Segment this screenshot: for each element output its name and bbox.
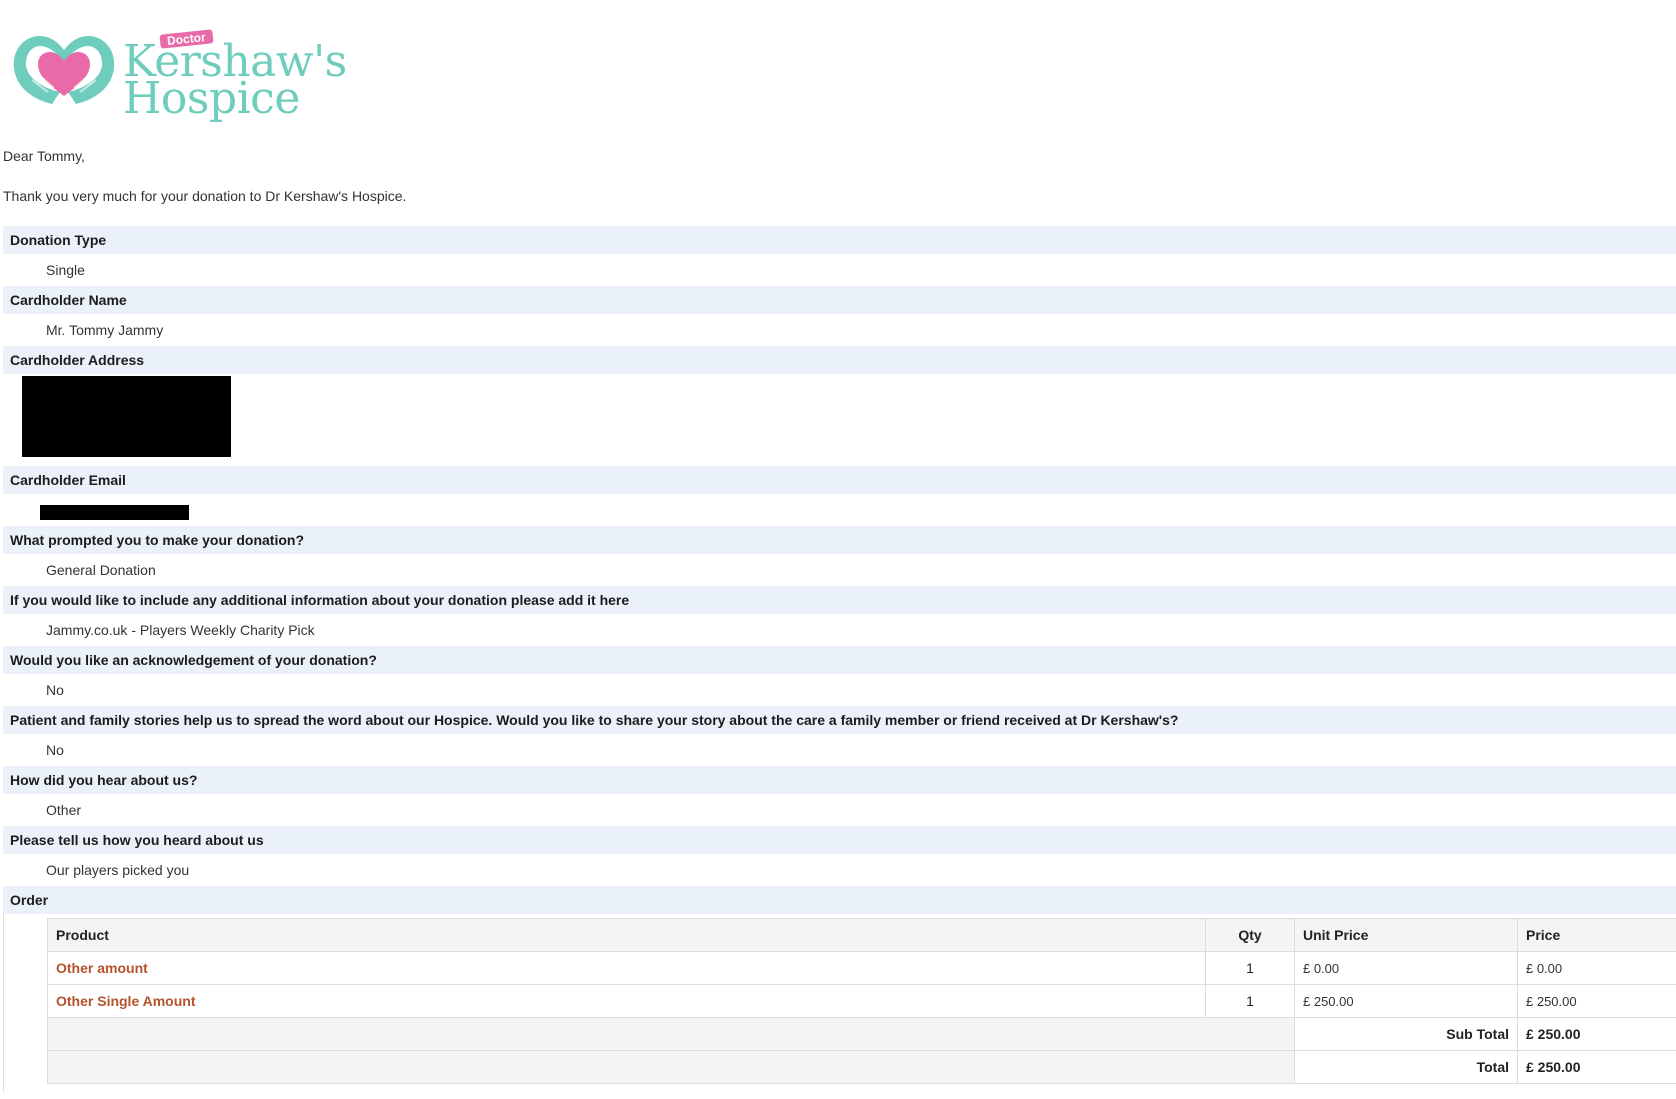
question-hear-about-us: How did you hear about us? — [3, 766, 1676, 794]
col-price: Price — [1517, 918, 1676, 952]
answer-additional-info: Jammy.co.uk - Players Weekly Charity Pic… — [3, 614, 1676, 646]
redacted-address-block — [22, 376, 231, 457]
answer-hear-about-us: Other — [3, 794, 1676, 826]
question-donation-type: Donation Type — [3, 226, 1676, 254]
order-header-row: Product Qty Unit Price Price — [47, 918, 1676, 952]
thanks-text: Thank you very much for your donation to… — [3, 188, 407, 204]
col-product: Product — [47, 918, 1206, 952]
answer-share-story: No — [3, 734, 1676, 766]
subtotal-amount: £ 250.00 — [1517, 1017, 1676, 1051]
order-row: Other amount 1 £ 0.00 £ 0.00 — [47, 951, 1676, 985]
answer-donation-type: Single — [3, 254, 1676, 286]
greeting-text: Dear Tommy, — [3, 148, 85, 164]
total-filler — [47, 1050, 1295, 1084]
product-name[interactable]: Other Single Amount — [47, 984, 1206, 1018]
subtotal-filler — [47, 1017, 1295, 1051]
total-label: Total — [1294, 1050, 1518, 1084]
product-unit-price: £ 0.00 — [1294, 951, 1518, 985]
product-qty: 1 — [1205, 951, 1295, 985]
product-price: £ 0.00 — [1517, 951, 1676, 985]
answer-cardholder-address — [3, 374, 1676, 466]
question-share-story: Patient and family stories help us to sp… — [3, 706, 1676, 734]
question-cardholder-address: Cardholder Address — [3, 346, 1676, 374]
email-page: Doctor Kershaw's Hospice Dear Tommy, Tha… — [0, 0, 1676, 1099]
answer-cardholder-email — [3, 494, 1676, 526]
product-unit-price: £ 250.00 — [1294, 984, 1518, 1018]
answer-how-heard: Our players picked you — [3, 854, 1676, 886]
col-unit-price: Unit Price — [1294, 918, 1518, 952]
logo-name-line2: Hospice — [123, 73, 300, 124]
donation-details: Donation Type Single Cardholder Name Mr.… — [3, 226, 1676, 1092]
answer-cardholder-name: Mr. Tommy Jammy — [3, 314, 1676, 346]
col-qty: Qty — [1205, 918, 1295, 952]
total-amount: £ 250.00 — [1517, 1050, 1676, 1084]
heart-hands-icon — [13, 36, 115, 104]
question-cardholder-name: Cardholder Name — [3, 286, 1676, 314]
order-row: Other Single Amount 1 £ 250.00 £ 250.00 — [47, 984, 1676, 1018]
order-section: Product Qty Unit Price Price Other amoun… — [3, 914, 1676, 1092]
question-donation-prompt: What prompted you to make your donation? — [3, 526, 1676, 554]
hospice-logo: Doctor Kershaw's Hospice — [10, 29, 347, 124]
total-row: Total £ 250.00 — [47, 1050, 1676, 1084]
subtotal-row: Sub Total £ 250.00 — [47, 1017, 1676, 1051]
question-how-heard: Please tell us how you heard about us — [3, 826, 1676, 854]
product-qty: 1 — [1205, 984, 1295, 1018]
question-additional-info: If you would like to include any additio… — [3, 586, 1676, 614]
product-name[interactable]: Other amount — [47, 951, 1206, 985]
subtotal-label: Sub Total — [1294, 1017, 1518, 1051]
question-acknowledgement: Would you like an acknowledgement of you… — [3, 646, 1676, 674]
redacted-email-block — [40, 505, 189, 520]
question-cardholder-email: Cardholder Email — [3, 466, 1676, 494]
product-price: £ 250.00 — [1517, 984, 1676, 1018]
question-order: Order — [3, 886, 1676, 914]
answer-donation-prompt: General Donation — [3, 554, 1676, 586]
order-table: Product Qty Unit Price Price Other amoun… — [47, 918, 1676, 1084]
answer-acknowledgement: No — [3, 674, 1676, 706]
